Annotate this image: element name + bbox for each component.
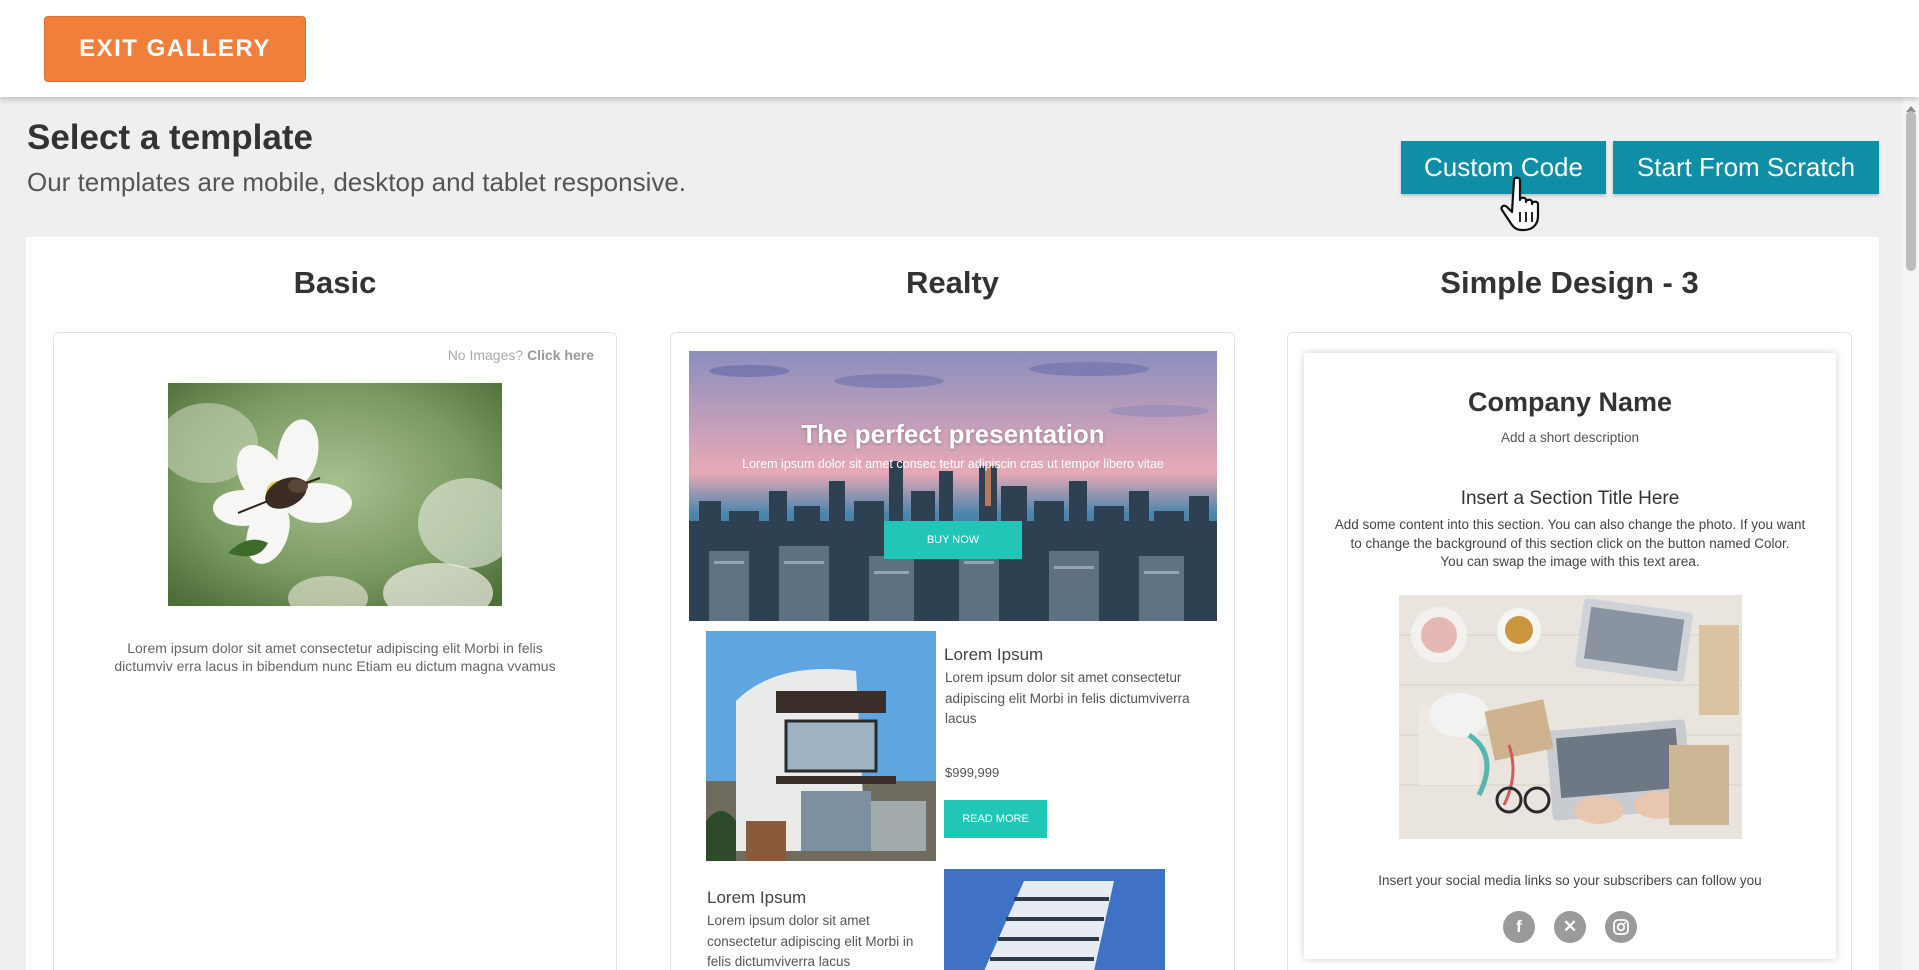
apartment-building-image — [944, 869, 1165, 970]
short-description: Add a short description — [1500, 430, 1640, 445]
page-subtitle: Our templates are mobile, desktop and ta… — [27, 167, 687, 197]
start-from-scratch-button[interactable]: Start From Scratch — [1613, 141, 1879, 194]
listing2-title: Lorem Ipsum — [707, 888, 807, 907]
city-skyline-image — [689, 351, 1217, 621]
instagram-icon — [1605, 911, 1637, 943]
x-icon: ✕ — [1554, 911, 1586, 943]
listing2-text: Lorem ipsum dolor sit amet consectetur a… — [707, 913, 914, 969]
realty-hero-subtitle: Lorem ipsum dolor sit amet consec tetur … — [742, 457, 1164, 471]
listing1-title: Lorem Ipsum — [944, 645, 1044, 664]
listing1-text: Lorem ipsum dolor sit amet consectetur a… — [945, 670, 1190, 726]
page-scrollbar[interactable] — [1903, 97, 1919, 970]
section-title: Insert a Section Title Here — [1460, 488, 1680, 509]
modern-house-image — [706, 631, 936, 861]
no-images-link[interactable]: Click here — [527, 347, 594, 363]
top-bar: EXIT GALLERY — [0, 0, 1919, 97]
desk-workspace-image — [1399, 595, 1742, 839]
page-title: Select a template — [27, 118, 313, 157]
template-card-simple-design-3[interactable]: Company Name Add a short description Ins… — [1287, 332, 1852, 970]
section-text: Add some content into this section. You … — [1334, 517, 1806, 569]
no-images-notice: No Images? Click here — [447, 347, 594, 363]
buy-now-button: BUY NOW — [884, 521, 1022, 559]
listing1-price: $999,999 — [945, 765, 1000, 780]
template-card-realty[interactable]: The perfect presentation Lorem ipsum dol… — [670, 332, 1235, 970]
template-card-basic[interactable]: No Images? Click here Lorem ipsum dolor … — [53, 332, 617, 970]
basic-lorem-text: Lorem ipsum dolor sit amet consectetur a… — [114, 640, 556, 674]
hand-cursor-icon — [1500, 176, 1540, 232]
template-title-basic: Basic — [293, 265, 377, 300]
scroll-thumb[interactable] — [1906, 111, 1916, 271]
company-name: Company Name — [1467, 387, 1673, 417]
template-title-realty: Realty — [905, 265, 1000, 300]
read-more-button: READ MORE — [944, 800, 1047, 838]
realty-hero: The perfect presentation Lorem ipsum dol… — [689, 351, 1217, 621]
exit-gallery-button[interactable]: EXIT GALLERY — [44, 16, 306, 82]
simple-design-sheet: Company Name Add a short description Ins… — [1304, 353, 1836, 959]
flower-bee-image — [168, 383, 502, 606]
facebook-icon: f — [1503, 911, 1535, 943]
social-links-text: Insert your social media links so your s… — [1378, 873, 1762, 888]
template-title-simple-design-3: Simple Design - 3 — [1440, 265, 1699, 300]
realty-hero-title: The perfect presentation — [801, 419, 1105, 449]
